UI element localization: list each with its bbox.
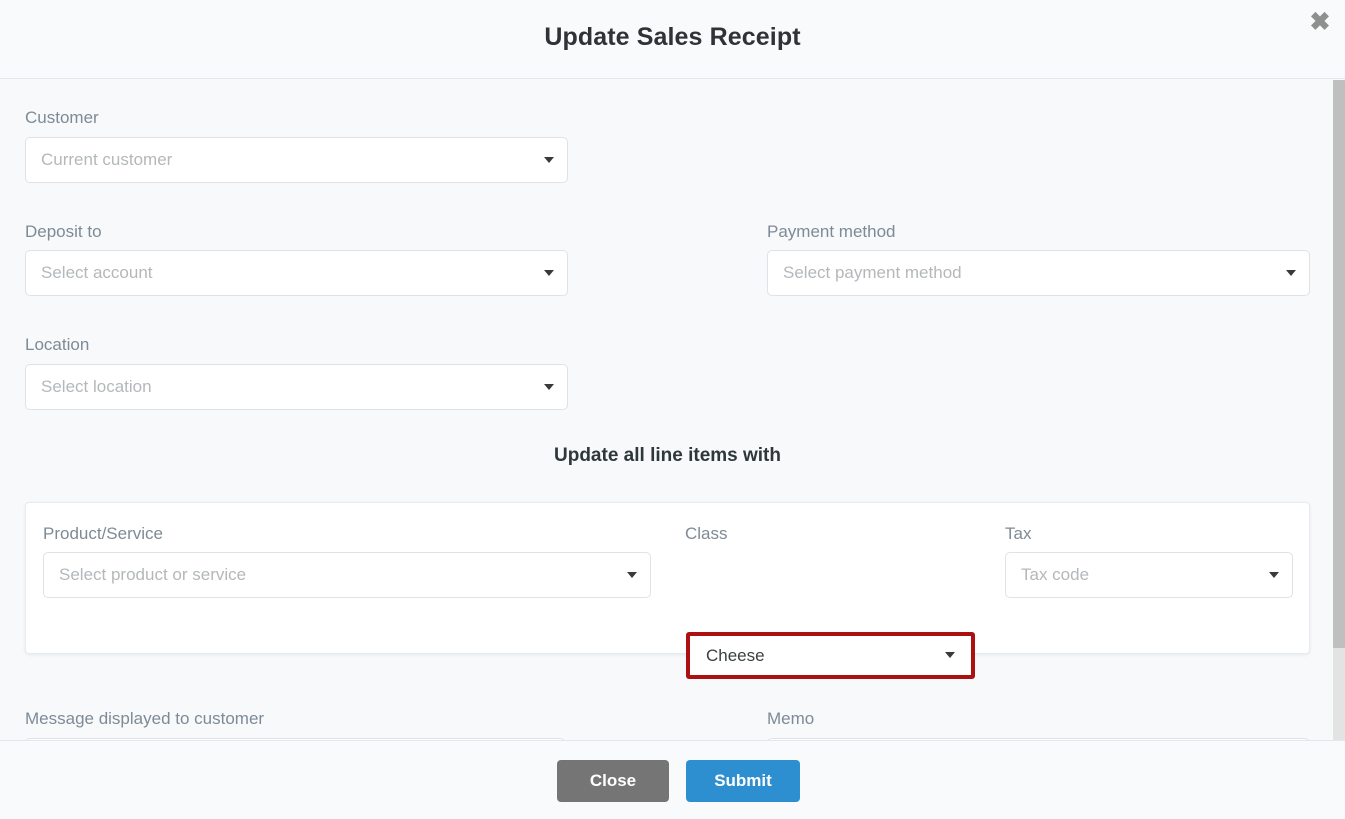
deposit-to-label: Deposit to — [25, 222, 102, 241]
chevron-down-icon — [544, 270, 554, 276]
class-select[interactable]: Cheese — [690, 636, 971, 675]
tax-label: Tax — [1005, 524, 1032, 543]
location-select[interactable]: Select location — [25, 364, 568, 410]
class-label: Class — [685, 524, 728, 543]
page-title: Update Sales Receipt — [544, 23, 801, 51]
submit-button[interactable]: Submit — [686, 760, 800, 802]
close-button[interactable]: Close — [557, 760, 669, 802]
chevron-down-icon — [945, 652, 955, 658]
product-service-select[interactable]: Select product or service — [43, 552, 651, 598]
product-service-label: Product/Service — [43, 524, 163, 543]
product-service-select-value: Select product or service — [59, 565, 247, 584]
location-select-value: Select location — [41, 377, 152, 396]
chevron-down-icon — [1269, 572, 1279, 578]
class-select-value: Cheese — [706, 646, 765, 665]
chevron-down-icon — [1286, 270, 1296, 276]
tax-select[interactable]: Tax code — [1005, 552, 1293, 598]
modal-body: Customer Current customer Deposit to Sel… — [0, 80, 1345, 740]
modal-footer: Close Submit — [0, 740, 1345, 819]
scrollbar-thumb[interactable] — [1333, 80, 1345, 648]
customer-select-value: Current customer — [41, 150, 173, 169]
vertical-scrollbar[interactable] — [1333, 80, 1345, 752]
modal-header: Update Sales Receipt ✖ — [0, 0, 1345, 79]
location-label: Location — [25, 335, 90, 354]
close-icon[interactable]: ✖ — [1305, 8, 1335, 36]
memo-label: Memo — [767, 709, 815, 728]
update-sales-receipt-modal: Update Sales Receipt ✖ Customer Current … — [0, 0, 1345, 819]
tax-select-value: Tax code — [1021, 565, 1090, 584]
customer-select[interactable]: Current customer — [25, 137, 568, 183]
section-heading: Update all line items with — [554, 445, 781, 466]
chevron-down-icon — [544, 384, 554, 390]
deposit-to-select[interactable]: Select account — [25, 250, 568, 296]
payment-method-select[interactable]: Select payment method — [767, 250, 1310, 296]
message-to-customer-label: Message displayed to customer — [25, 709, 265, 728]
chevron-down-icon — [544, 157, 554, 163]
deposit-to-select-value: Select account — [41, 263, 153, 282]
payment-method-label: Payment method — [767, 222, 896, 241]
chevron-down-icon — [627, 572, 637, 578]
customer-label: Customer — [25, 108, 99, 127]
payment-method-select-value: Select payment method — [783, 263, 962, 282]
